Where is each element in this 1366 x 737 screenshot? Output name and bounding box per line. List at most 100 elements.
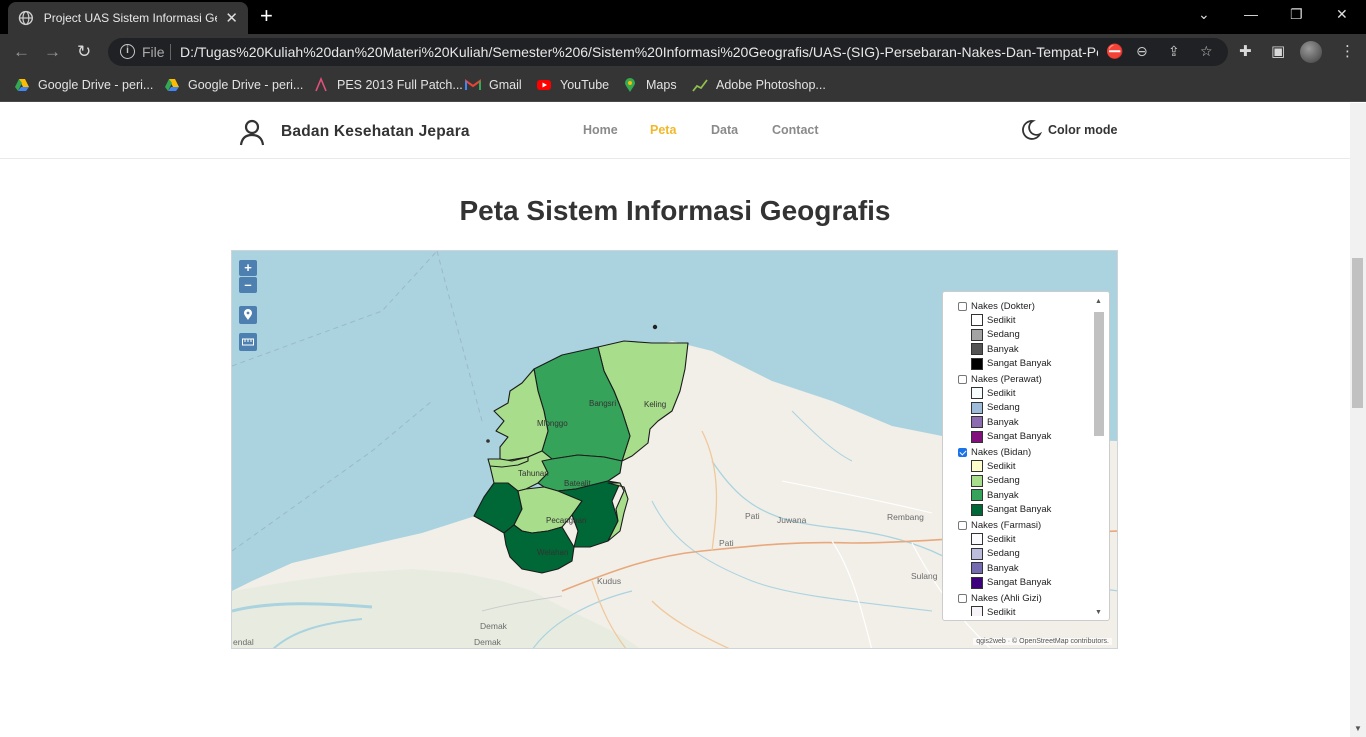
scroll-down-icon[interactable]: ▼ [1095,609,1102,616]
address-bar[interactable]: i File D:/Tugas%20Kuliah%20dan%20Materi%… [108,38,1228,66]
layer-name: Nakes (Bidan) [971,446,1032,458]
zoom-in-button[interactable]: + [239,260,257,276]
layer-list-scrollbar[interactable]: ▲ ▼ [1093,298,1105,616]
legend-item: Sedikit [949,605,1094,616]
legend-item: Banyak [949,342,1094,357]
legend-swatch [971,460,983,473]
scroll-thumb[interactable] [1094,312,1104,436]
site-info-icon[interactable]: i [120,44,135,59]
place-label: Demak [480,621,507,631]
bookmark-item[interactable]: Adobe Photoshop... [692,77,826,93]
bookmark-item[interactable]: Maps [622,77,677,93]
layer-group[interactable]: Nakes (Perawat) [949,372,1094,386]
legend-label: Banyak [987,562,1019,574]
bookmark-item[interactable]: Google Drive - peri... [164,77,303,93]
url-text[interactable]: D:/Tugas%20Kuliah%20dan%20Materi%20Kulia… [180,44,1098,60]
place-label: Pati [719,538,734,548]
district-label: Mlonggo [537,419,568,428]
legend-swatch [971,489,983,502]
zoom-out-button[interactable]: – [239,277,257,293]
legend-item: Banyak [949,561,1094,576]
legend-label: Sangat Banyak [987,431,1052,443]
legend-swatch [971,547,983,560]
measure-button[interactable] [239,333,257,351]
layer-checkbox[interactable] [958,447,967,457]
layer-group[interactable]: Nakes (Dokter) [949,299,1094,313]
zoom-icon[interactable]: ⊖ [1136,43,1148,60]
place-label: Demak [474,637,501,647]
place-label: Juwana [777,515,807,525]
nav-home[interactable]: Home [583,123,618,137]
bookmark-item[interactable]: Gmail [465,77,522,93]
restore-icon[interactable]: ❐ [1290,6,1303,23]
page-scrollbar[interactable]: ▼ [1350,103,1366,737]
scroll-up-icon[interactable]: ▲ [1095,298,1102,305]
layer-checkbox[interactable] [958,593,967,603]
page-scroll-thumb[interactable] [1352,258,1363,408]
tab-search-chevron-icon[interactable]: ⌄ [1198,6,1210,23]
menu-kebab-icon[interactable]: ⋮ [1340,42,1355,60]
legend-swatch [971,474,983,487]
reload-icon[interactable]: ↻ [77,42,91,62]
page-title: Peta Sistem Informasi Geografis [459,195,891,226]
legend-item: Sedikit [949,313,1094,328]
forward-icon[interactable]: → [44,42,61,62]
map-view[interactable]: Bangsri Keling Mlonggo Tahunan Batealit … [231,250,1118,649]
geolocate-button[interactable] [239,306,257,324]
district-label: Tahunan [518,469,549,478]
globe-icon [18,10,33,26]
nav-peta[interactable]: Peta [650,123,676,137]
layer-switcher[interactable]: Nakes (Dokter) Sedikit Sedang Banyak Sangat … [942,291,1110,621]
layer-checkbox[interactable] [958,520,967,530]
legend-swatch [971,387,983,400]
legend-item: Banyak [949,415,1094,430]
nav-contact[interactable]: Contact [772,123,819,137]
nav-data[interactable]: Data [711,123,738,137]
browser-tab[interactable]: Project UAS Sistem Informasi Geo ✕ [8,2,248,34]
bookmark-item[interactable]: PES 2013 Full Patch... [313,77,463,93]
user-icon [239,119,265,146]
legend-item: Sedang [949,474,1094,489]
profile-avatar[interactable] [1300,41,1322,63]
layer-checkbox[interactable] [958,374,967,384]
blocked-popup-icon[interactable]: ⛔ [1106,43,1123,60]
legend-label: Sangat Banyak [987,504,1052,516]
brand[interactable]: Badan Kesehatan Jepara [237,117,470,147]
location-pin-icon [244,309,252,320]
side-panel-icon[interactable]: ▣ [1271,42,1285,60]
site-navbar: Badan Kesehatan Jepara Home Peta Data Co… [0,103,1350,159]
bookmark-star-icon[interactable]: ☆ [1200,43,1213,60]
color-mode-label: Color mode [1048,123,1118,137]
gmail-icon [465,79,481,90]
legend-swatch [971,576,983,589]
map-attribution[interactable]: qgis2web · © OpenStreetMap contributors. [973,638,1112,645]
layer-group[interactable]: Nakes (Farmasi) [949,518,1094,532]
bookmark-item[interactable]: Google Drive - peri... [14,77,153,93]
tab-strip: Project UAS Sistem Informasi Geo ✕ + ⌄ —… [0,0,1366,34]
layer-group[interactable]: Nakes (Ahli Gizi) [949,591,1094,605]
close-tab-icon[interactable]: ✕ [225,9,238,27]
legend-item: Sangat Banyak [949,430,1094,445]
layer-checkbox[interactable] [958,301,967,311]
district-label: Batealit [564,479,591,488]
legend-item: Banyak [949,488,1094,503]
bookmark-item[interactable]: YouTube [536,77,609,93]
legend-swatch [971,343,983,356]
close-window-icon[interactable]: ✕ [1336,6,1348,23]
district-label: Welahan [537,548,569,557]
legend-label: Sedikit [987,533,1016,545]
minimize-icon[interactable]: — [1244,6,1258,22]
extensions-icon[interactable]: ✚ [1239,42,1252,60]
color-mode-toggle[interactable]: Color mode [1020,119,1117,141]
legend-label: Sedang [987,402,1020,414]
share-icon[interactable]: ⇪ [1168,43,1180,60]
legend-item: Sangat Banyak [949,503,1094,518]
legend-label: Sedikit [987,387,1016,399]
scroll-down-icon[interactable]: ▼ [1354,724,1362,733]
new-tab-button[interactable]: + [260,5,273,27]
legend-label: Sangat Banyak [987,358,1052,370]
layer-group[interactable]: Nakes (Bidan) [949,445,1094,459]
legend-item: Sedikit [949,459,1094,474]
ruler-icon [242,338,254,346]
back-icon[interactable]: ← [13,42,30,62]
